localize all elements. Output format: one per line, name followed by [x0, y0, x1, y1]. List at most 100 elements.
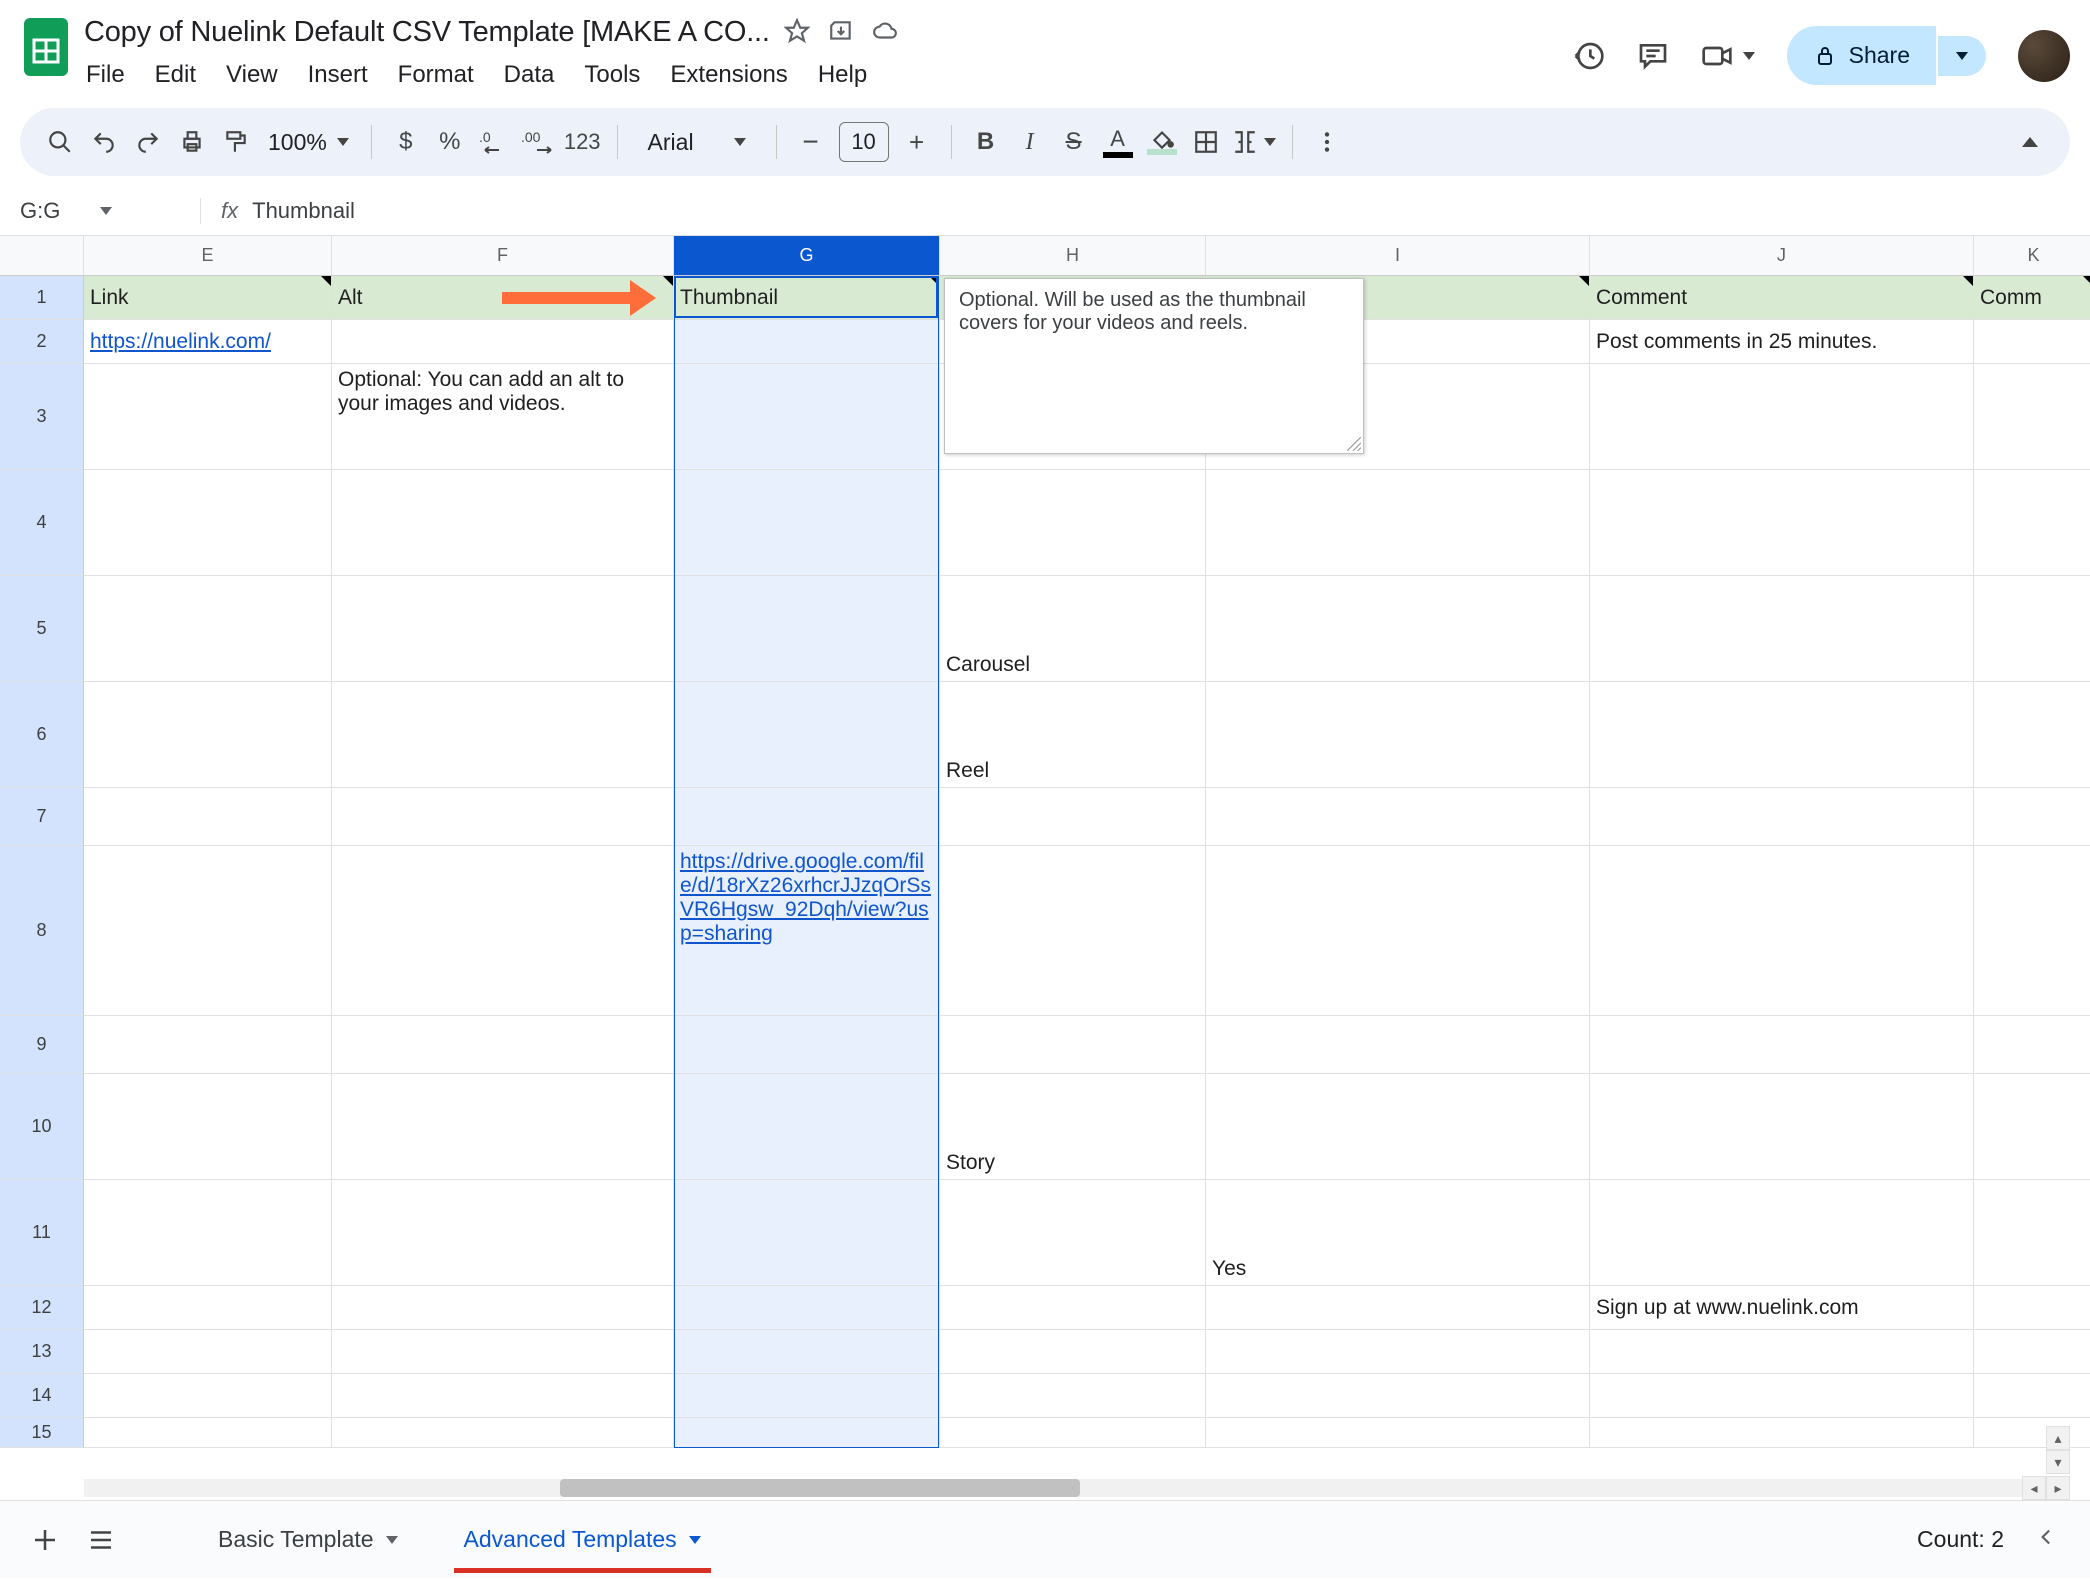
cell-J3[interactable] [1590, 364, 1974, 470]
row-header-10[interactable]: 10 [0, 1074, 84, 1180]
cell-K6[interactable] [1974, 682, 2090, 788]
formula-bar-input[interactable]: Thumbnail [252, 198, 355, 224]
row-header-6[interactable]: 6 [0, 682, 84, 788]
fill-color-button[interactable] [1144, 122, 1180, 162]
share-button[interactable]: Share [1787, 26, 1936, 85]
cell-J2[interactable]: Post comments in 25 minutes. [1590, 320, 1974, 364]
text-color-button[interactable]: A [1100, 122, 1136, 162]
menu-view[interactable]: View [226, 61, 278, 89]
more-formats-button[interactable]: 123 [564, 122, 601, 162]
more-toolbar-icon[interactable] [1309, 122, 1345, 162]
meet-icon[interactable] [1701, 40, 1755, 72]
spreadsheet-grid[interactable]: EFGHIJK 123456789101112131415 LinkAltThu… [0, 236, 2090, 1578]
paint-format-icon[interactable] [218, 122, 254, 162]
cell-I7[interactable] [1206, 788, 1590, 846]
scroll-up-button[interactable]: ▴ [2046, 1426, 2070, 1450]
cell-F7[interactable] [332, 788, 674, 846]
cell-F9[interactable] [332, 1016, 674, 1074]
cell-E14[interactable] [84, 1374, 332, 1418]
cell-G2[interactable] [674, 320, 940, 364]
cell-F12[interactable] [332, 1286, 674, 1330]
cell-G3[interactable] [674, 364, 940, 470]
cell-F2[interactable] [332, 320, 674, 364]
scroll-down-button[interactable]: ▾ [2046, 1450, 2070, 1474]
column-header-K[interactable]: K [1974, 236, 2090, 276]
cell-K1[interactable]: Comm [1974, 276, 2090, 320]
row-header-3[interactable]: 3 [0, 364, 84, 470]
cell-I9[interactable] [1206, 1016, 1590, 1074]
cell-K15[interactable] [1974, 1418, 2090, 1448]
cell-K7[interactable] [1974, 788, 2090, 846]
cell-G7[interactable] [674, 788, 940, 846]
cell-H10[interactable]: Story [940, 1074, 1206, 1180]
scroll-right-button[interactable]: ▸ [2046, 1476, 2070, 1500]
menu-file[interactable]: File [86, 61, 125, 89]
cell-F8[interactable] [332, 846, 674, 1016]
cell-G11[interactable] [674, 1180, 940, 1286]
move-icon[interactable] [828, 18, 854, 47]
scroll-left-button[interactable]: ◂ [2022, 1476, 2046, 1500]
increase-font-size-button[interactable]: + [899, 122, 935, 162]
strikethrough-button[interactable]: S [1056, 122, 1092, 162]
cell-H5[interactable]: Carousel [940, 576, 1206, 682]
menu-data[interactable]: Data [504, 61, 555, 89]
cell-G4[interactable] [674, 470, 940, 576]
cell-J13[interactable] [1590, 1330, 1974, 1374]
cell-I6[interactable] [1206, 682, 1590, 788]
cell-H15[interactable] [940, 1418, 1206, 1448]
row-header-14[interactable]: 14 [0, 1374, 84, 1418]
row-header-7[interactable]: 7 [0, 788, 84, 846]
cell-J9[interactable] [1590, 1016, 1974, 1074]
menu-edit[interactable]: Edit [155, 61, 196, 89]
italic-button[interactable]: I [1012, 122, 1048, 162]
cell-E7[interactable] [84, 788, 332, 846]
cell-F10[interactable] [332, 1074, 674, 1180]
cell-H12[interactable] [940, 1286, 1206, 1330]
column-header-F[interactable]: F [332, 236, 674, 276]
row-header-11[interactable]: 11 [0, 1180, 84, 1286]
column-header-G[interactable]: G [674, 236, 940, 276]
cell-H8[interactable] [940, 846, 1206, 1016]
cell-J15[interactable] [1590, 1418, 1974, 1448]
cell-F4[interactable] [332, 470, 674, 576]
cell-K10[interactable] [1974, 1074, 2090, 1180]
redo-icon[interactable] [130, 122, 166, 162]
cell-H13[interactable] [940, 1330, 1206, 1374]
cell-J4[interactable] [1590, 470, 1974, 576]
cell-K14[interactable] [1974, 1374, 2090, 1418]
row-header-4[interactable]: 4 [0, 470, 84, 576]
cell-K9[interactable] [1974, 1016, 2090, 1074]
cell-J8[interactable] [1590, 846, 1974, 1016]
cell-H7[interactable] [940, 788, 1206, 846]
sheet-tab-basic[interactable]: Basic Template [198, 1501, 418, 1579]
cell-G12[interactable] [674, 1286, 940, 1330]
cell-G9[interactable] [674, 1016, 940, 1074]
cell-G15[interactable] [674, 1418, 940, 1448]
sheets-logo-icon[interactable] [20, 12, 72, 82]
column-header-J[interactable]: J [1590, 236, 1974, 276]
menu-extensions[interactable]: Extensions [670, 61, 787, 89]
cell-I5[interactable] [1206, 576, 1590, 682]
cell-G5[interactable] [674, 576, 940, 682]
font-size-input[interactable]: 10 [839, 122, 889, 162]
cell-J12[interactable]: Sign up at www.nuelink.com [1590, 1286, 1974, 1330]
row-header-9[interactable]: 9 [0, 1016, 84, 1074]
cell-E8[interactable] [84, 846, 332, 1016]
account-avatar[interactable] [2018, 30, 2070, 82]
explore-button[interactable] [2034, 1524, 2060, 1556]
add-sheet-button[interactable] [30, 1525, 60, 1555]
cell-H6[interactable]: Reel [940, 682, 1206, 788]
cell-I12[interactable] [1206, 1286, 1590, 1330]
cell-E2[interactable]: https://nuelink.com/ [84, 320, 332, 364]
cell-F6[interactable] [332, 682, 674, 788]
collapse-toolbar-icon[interactable] [2012, 122, 2048, 162]
row-header-12[interactable]: 12 [0, 1286, 84, 1330]
cell-E11[interactable] [84, 1180, 332, 1286]
zoom-dropdown[interactable]: 100% [262, 129, 355, 156]
font-family-dropdown[interactable]: Arial [634, 129, 760, 156]
cell-G1[interactable]: Thumbnail [674, 276, 940, 320]
star-icon[interactable] [784, 18, 810, 47]
cell-J11[interactable] [1590, 1180, 1974, 1286]
format-percent-button[interactable]: % [432, 122, 468, 162]
name-box[interactable]: G:G [20, 198, 200, 224]
